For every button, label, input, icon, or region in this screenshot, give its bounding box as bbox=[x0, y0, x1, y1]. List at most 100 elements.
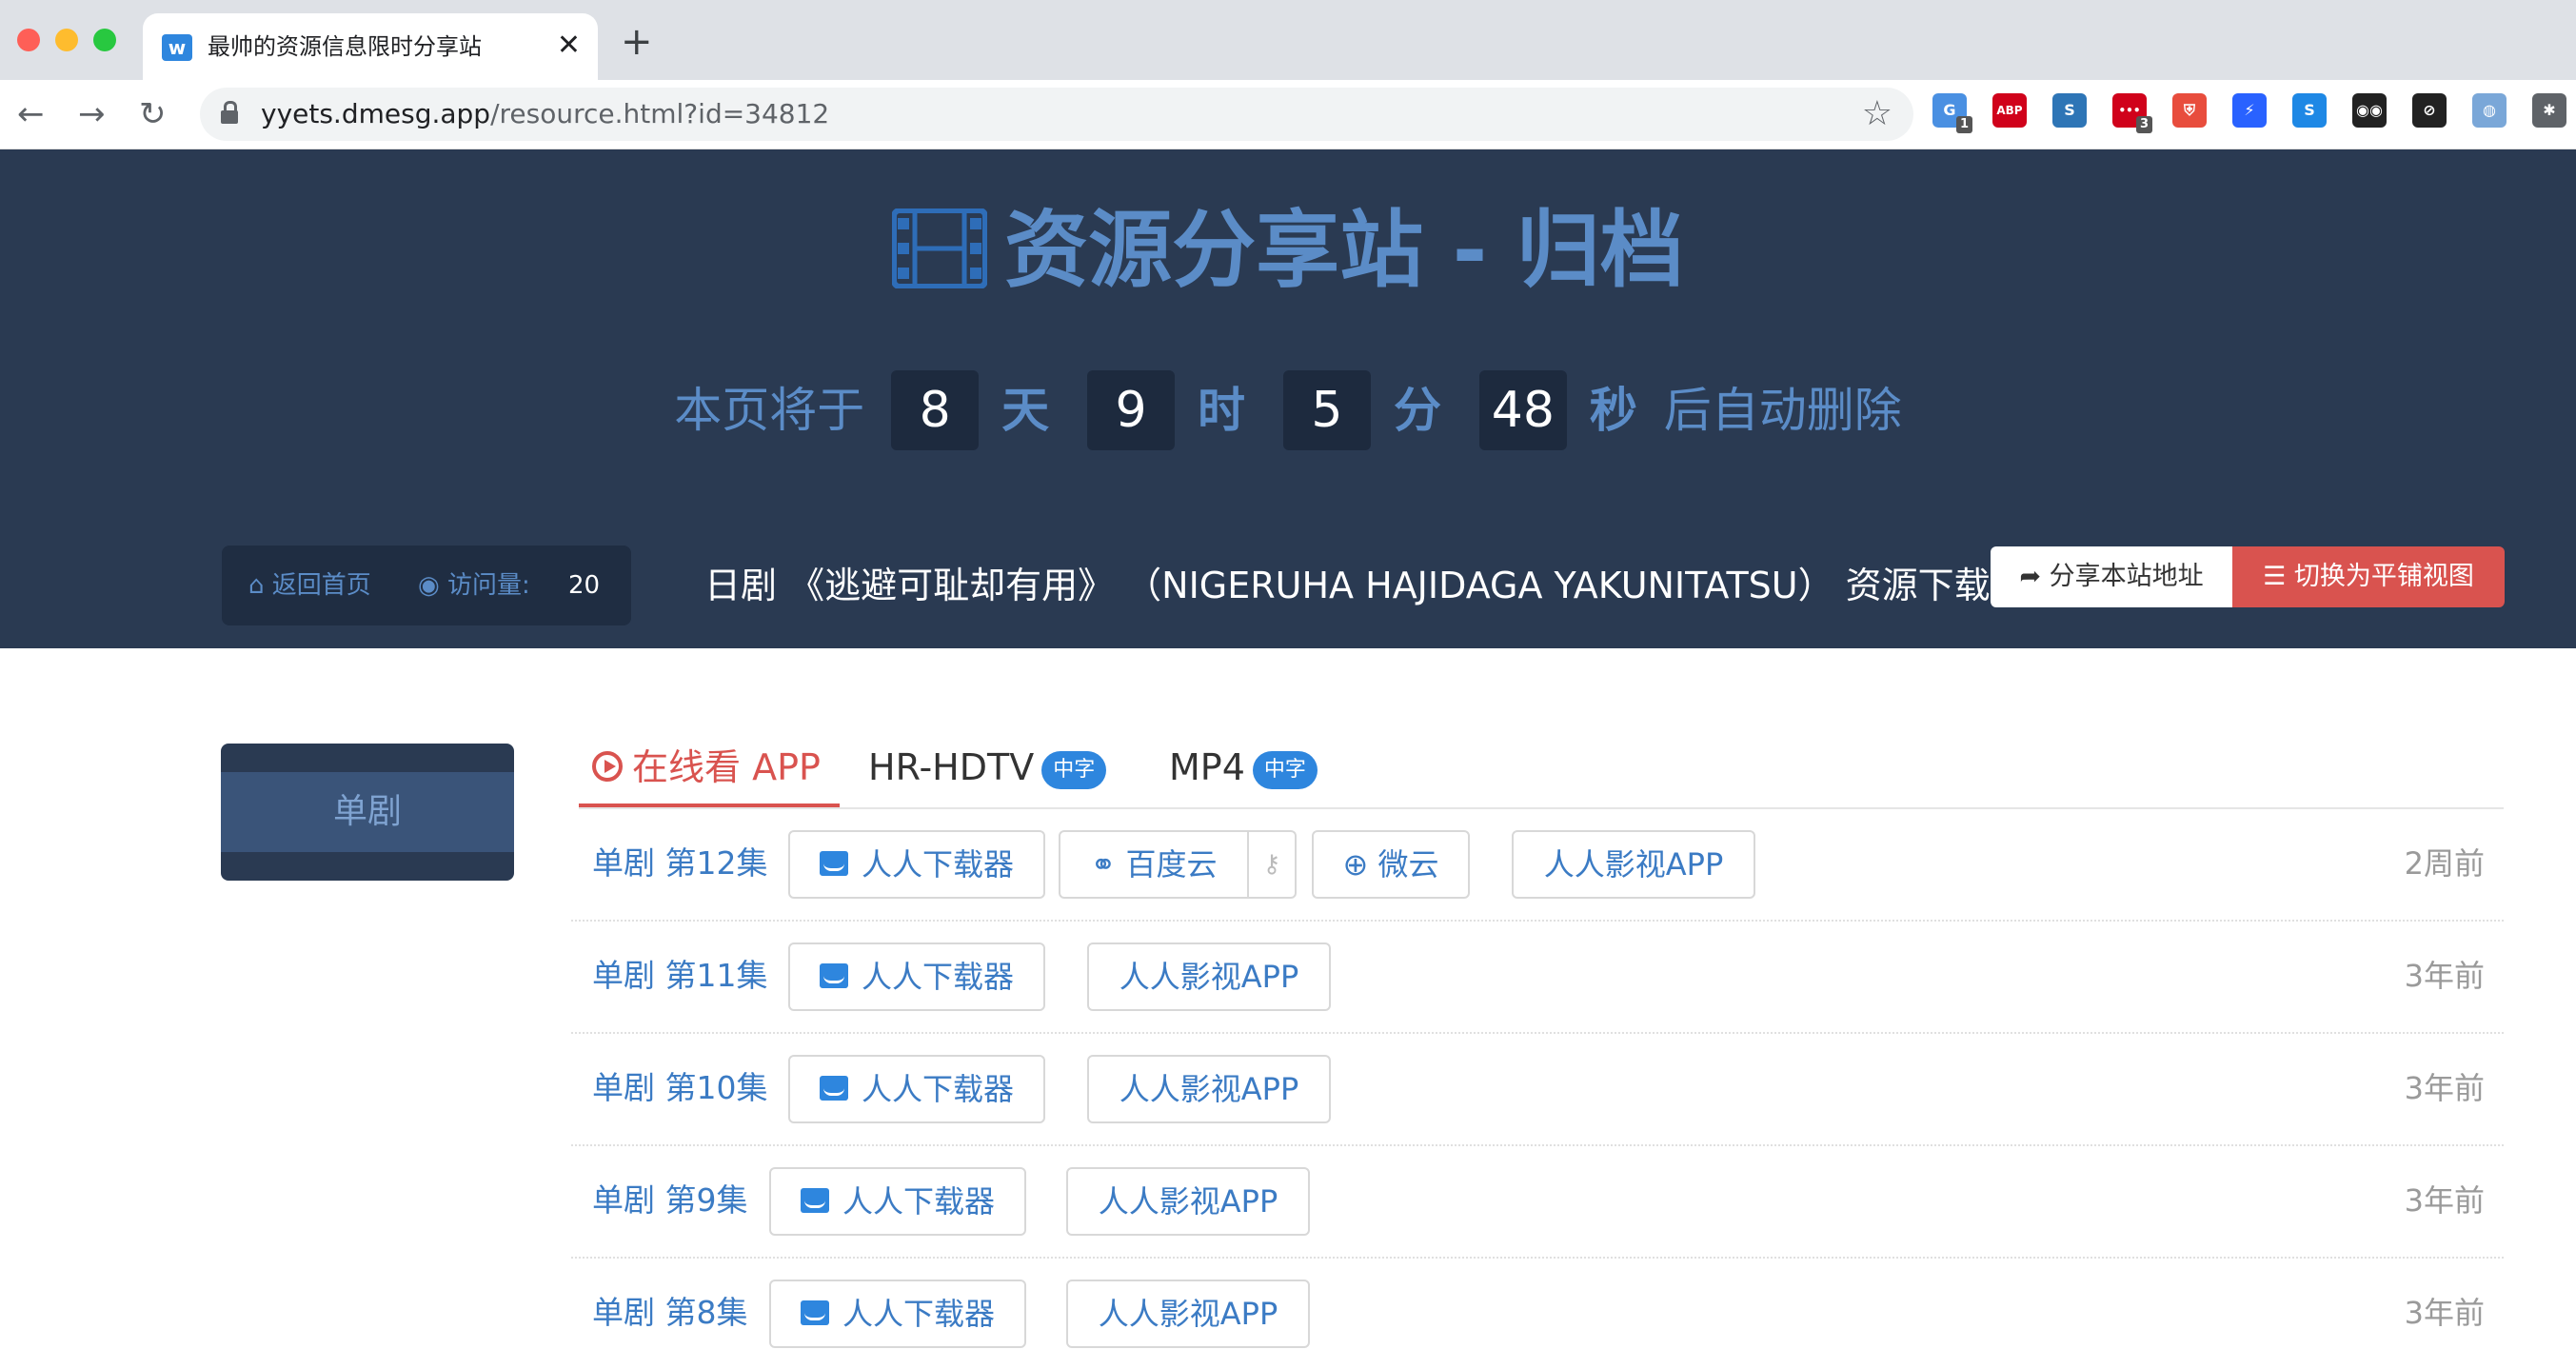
address-bar[interactable]: yyets.dmesg.app/resource.html?id=34812 ☆ bbox=[200, 88, 1913, 141]
weiyun-icon: ⊕ bbox=[1342, 846, 1369, 883]
tab-close-icon[interactable]: ✕ bbox=[557, 27, 581, 65]
episode-label[interactable]: 单剧 第8集 bbox=[592, 1289, 748, 1337]
forward-button[interactable]: → bbox=[78, 93, 106, 135]
dots-extension-icon[interactable]: ••• 3 bbox=[2112, 93, 2152, 133]
countdown-minutes: 5 bbox=[1282, 370, 1371, 450]
renren-icon bbox=[819, 851, 848, 876]
countdown-hours-unit: 时 bbox=[1198, 383, 1246, 438]
renren-downloader-button[interactable]: 人人下载器 bbox=[788, 830, 1045, 899]
avatar-extension-icon[interactable]: ◍ bbox=[2472, 93, 2507, 128]
key-icon[interactable]: ⚷ bbox=[1249, 830, 1297, 899]
countdown-hours: 9 bbox=[1087, 370, 1176, 450]
share-site-button[interactable]: ➦ 分享本站地址 bbox=[1991, 546, 2232, 607]
tab-hr-hdtv-label: HR-HDTV bbox=[868, 746, 1035, 788]
episode-time: 3年前 bbox=[2404, 958, 2485, 994]
renren-downloader-button[interactable]: 人人下载器 bbox=[769, 1167, 1026, 1236]
episode-time: 2周前 bbox=[2404, 845, 2485, 882]
weiyun-label: 微云 bbox=[1377, 846, 1439, 883]
renren-downloader-button[interactable]: 人人下载器 bbox=[769, 1280, 1026, 1348]
episode-time: 3年前 bbox=[2404, 1070, 2485, 1106]
resource-title: 日剧 《逃避可耻却有用》 （NIGERUHA HAJIDAGA YAKUNITA… bbox=[704, 565, 1990, 606]
minimize-window-button[interactable] bbox=[55, 29, 78, 51]
home-link[interactable]: ⌂ 返回首页 bbox=[248, 546, 371, 625]
countdown-suffix: 后自动删除 bbox=[1663, 383, 1902, 438]
episode-time: 3年前 bbox=[2404, 1182, 2485, 1219]
url-text[interactable]: yyets.dmesg.app/resource.html?id=34812 bbox=[261, 97, 829, 131]
home-icon: ⌂ bbox=[248, 571, 265, 600]
new-tab-button[interactable]: + bbox=[621, 23, 653, 61]
share-button-label: 分享本站地址 bbox=[2049, 562, 2204, 591]
tile-view-button[interactable]: ☰ 切换为平铺视图 bbox=[2232, 546, 2505, 607]
eye-icon: ◉ bbox=[418, 571, 440, 600]
s-extension-icon[interactable]: S bbox=[2052, 93, 2087, 128]
renren-app-button[interactable]: 人人影视APP bbox=[1512, 830, 1755, 899]
back-button[interactable]: ← bbox=[17, 93, 45, 135]
episode-row: 单剧 第10集 人人下载器 人人影视APP 3年前 bbox=[571, 1034, 2504, 1146]
renren-downloader-button[interactable]: 人人下载器 bbox=[788, 1055, 1045, 1123]
bookmark-star-icon[interactable]: ☆ bbox=[1862, 93, 1892, 135]
renren-app-button[interactable]: 人人影视APP bbox=[1066, 1167, 1310, 1236]
browser-toolbar: ← → ↻ yyets.dmesg.app/resource.html?id=3… bbox=[0, 80, 2576, 149]
renren-icon bbox=[800, 1188, 829, 1213]
bolt-extension-icon[interactable]: ⚡ bbox=[2232, 93, 2267, 128]
downloader-label: 人人下载器 bbox=[842, 1296, 995, 1332]
close-window-button[interactable] bbox=[17, 29, 40, 51]
site-title: 资源分享站 - 归档 bbox=[0, 193, 2576, 308]
puzzle-extension-icon[interactable]: ✱ bbox=[2532, 93, 2566, 128]
browser-tabstrip: w 最帅的资源信息限时分享站 ✕ + bbox=[0, 0, 2576, 80]
maximize-window-button[interactable] bbox=[93, 29, 116, 51]
tab-online-app-label: 在线看 APP bbox=[632, 746, 821, 788]
episode-row: 单剧 第11集 人人下载器 人人影视APP 3年前 bbox=[571, 922, 2504, 1034]
play-circle-icon bbox=[592, 750, 623, 782]
tab-mp4[interactable]: MP4 中字 bbox=[1169, 741, 1318, 794]
glasses-extension-icon[interactable]: ◉◉ bbox=[2352, 93, 2387, 128]
renren-downloader-button[interactable]: 人人下载器 bbox=[788, 942, 1045, 1011]
tab-mp4-label: MP4 bbox=[1169, 746, 1245, 788]
renren-app-button[interactable]: 人人影视APP bbox=[1066, 1280, 1310, 1348]
episode-label[interactable]: 单剧 第9集 bbox=[592, 1177, 748, 1224]
countdown-seconds-unit: 秒 bbox=[1589, 383, 1637, 438]
renren-icon bbox=[819, 1076, 848, 1101]
adblock-plus-icon[interactable]: ABP bbox=[1992, 93, 2027, 128]
episode-label[interactable]: 单剧 第12集 bbox=[592, 840, 767, 887]
episode-row: 单剧 第8集 人人下载器 人人影视APP 3年前 bbox=[571, 1259, 2504, 1369]
downloader-label: 人人下载器 bbox=[842, 1183, 995, 1220]
reload-button[interactable]: ↻ bbox=[139, 93, 167, 135]
episode-row: 单剧 第12集 人人下载器 ⚭ 百度云 ⚷ ⊕ 微云 人人影视APP 2周前 bbox=[571, 809, 2504, 922]
episode-label[interactable]: 单剧 第11集 bbox=[592, 952, 767, 1000]
s-blue-extension-icon[interactable]: S bbox=[2292, 93, 2327, 128]
baidu-cloud-icon: ⚭ bbox=[1090, 846, 1117, 883]
browser-tab[interactable]: w 最帅的资源信息限时分享站 ✕ bbox=[143, 13, 598, 80]
site-header: 资源分享站 - 归档 本页将于 8天 9时 5分 48 秒 后自动删除 ⌂ 返回首… bbox=[0, 149, 2576, 648]
share-icon: ➦ bbox=[2019, 562, 2042, 591]
visits-count: 20 bbox=[568, 571, 601, 600]
tab-online-app[interactable]: 在线看 APP bbox=[592, 741, 821, 794]
episode-label[interactable]: 单剧 第10集 bbox=[592, 1064, 767, 1112]
tab-hr-hdtv[interactable]: HR-HDTV 中字 bbox=[868, 741, 1107, 794]
extension-badge: 1 bbox=[1955, 116, 1972, 133]
url-host: yyets.dmesg.app bbox=[261, 98, 491, 129]
renren-app-button[interactable]: 人人影视APP bbox=[1087, 942, 1331, 1011]
countdown: 本页将于 8天 9时 5分 48 秒 后自动删除 bbox=[0, 370, 2576, 450]
baidu-label: 百度云 bbox=[1125, 846, 1218, 883]
episode-row: 单剧 第9集 人人下载器 人人影视APP 3年前 bbox=[571, 1146, 2504, 1259]
block-extension-icon[interactable]: ⊘ bbox=[2412, 93, 2447, 128]
visits-label: ◉ 访问量: bbox=[418, 546, 530, 625]
subtitle-badge: 中字 bbox=[1252, 750, 1318, 789]
season-sidebar: 单剧 bbox=[221, 744, 514, 881]
renren-app-button[interactable]: 人人影视APP bbox=[1087, 1055, 1331, 1123]
tile-button-label: 切换为平铺视图 bbox=[2293, 562, 2474, 591]
countdown-seconds: 48 bbox=[1478, 370, 1567, 450]
weiyun-button[interactable]: ⊕ 微云 bbox=[1312, 830, 1470, 899]
countdown-days-unit: 天 bbox=[1001, 383, 1050, 438]
downloader-label: 人人下载器 bbox=[861, 959, 1014, 995]
shield-extension-icon[interactable]: ⛨ bbox=[2172, 93, 2207, 128]
tab-title: 最帅的资源信息限时分享站 bbox=[208, 33, 482, 60]
sidebar-item-season[interactable]: 单剧 bbox=[221, 772, 514, 852]
countdown-prefix: 本页将于 bbox=[674, 383, 865, 438]
g-extension-icon[interactable]: G1 bbox=[1932, 93, 1972, 133]
baidu-cloud-button[interactable]: ⚭ 百度云 bbox=[1059, 830, 1249, 899]
downloader-label: 人人下载器 bbox=[861, 1071, 1014, 1107]
active-tab-underline bbox=[579, 804, 840, 807]
extension-badge: 3 bbox=[2135, 116, 2152, 133]
